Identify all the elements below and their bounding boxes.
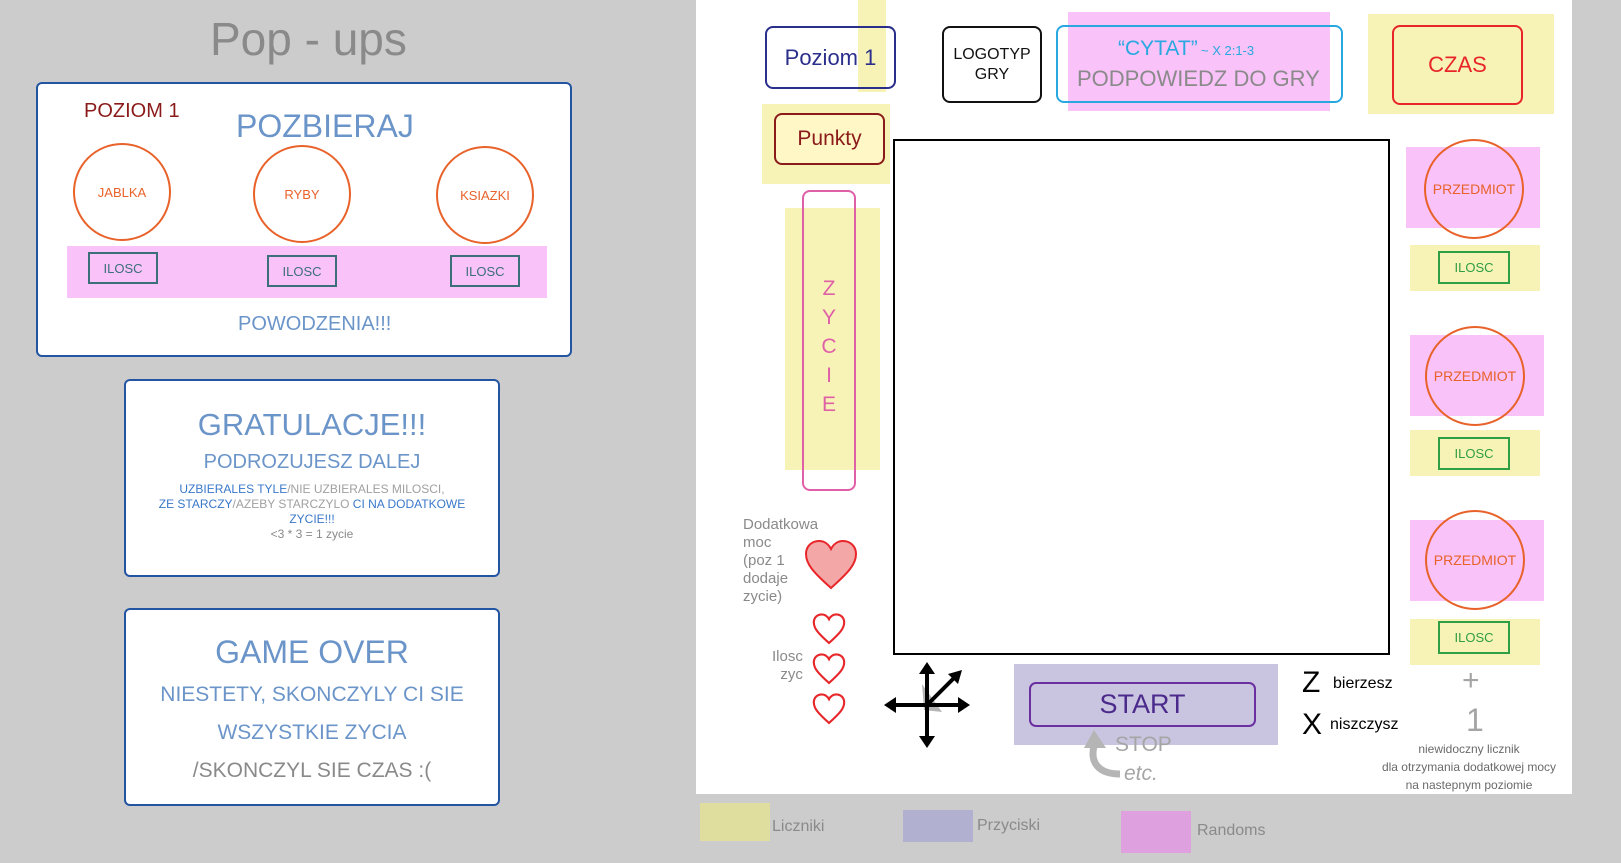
gameover-line3: /SKONCZYL SIE CZAS :( bbox=[192, 759, 432, 782]
points-counter: Punkty bbox=[774, 113, 885, 165]
start-button[interactable]: START bbox=[1029, 682, 1256, 727]
quote-text: “CYTAT” bbox=[1118, 37, 1198, 60]
item-counter-label: ILOSC bbox=[1454, 446, 1494, 461]
etc-label: etc. bbox=[1124, 762, 1158, 785]
popups-title: Pop - ups bbox=[210, 13, 407, 65]
level-item-circle: KSIAZKI bbox=[436, 146, 534, 244]
time-counter: CZAS bbox=[1392, 25, 1523, 105]
legend-counters-label: Liczniki bbox=[772, 818, 825, 835]
legend-counters-swatch bbox=[700, 803, 770, 841]
life-bar: Z Y C I E bbox=[802, 190, 856, 491]
item-counter: ILOSC bbox=[1438, 621, 1510, 654]
level-item-counter-label: ILOSC bbox=[282, 263, 322, 279]
level-button[interactable]: Poziom 1 bbox=[765, 26, 896, 89]
congrats-popup: GRATULACJE!!! PODROZUJESZ DALEJ UZBIERAL… bbox=[124, 379, 500, 577]
gameover-popup: GAME OVER NIESTETY, SKONCZYLY CI SIE WSZ… bbox=[124, 608, 500, 806]
congrats-text-alt: /NIE UZBIERALES MILOSCI, bbox=[287, 482, 445, 496]
level-item-counter-label: ILOSC bbox=[465, 263, 505, 279]
congrats-text-alt: /AZEBY STARCZYLO bbox=[232, 497, 353, 511]
item-counter-label: ILOSC bbox=[1454, 260, 1494, 275]
item-label: PRZEDMIOT bbox=[1433, 368, 1517, 384]
congrats-text-highlight: CI NA DODATKOWE bbox=[352, 497, 466, 511]
item-counter: ILOSC bbox=[1438, 251, 1510, 284]
life-letter: Z bbox=[822, 277, 836, 300]
gameover-line2: WSZYSTKIE ZYCIA bbox=[217, 721, 407, 744]
item-circle: PRZEDMIOT bbox=[1425, 326, 1525, 426]
key-x: X bbox=[1302, 708, 1323, 741]
level-popup-level: POZIOM 1 bbox=[84, 100, 180, 122]
time-label: CZAS bbox=[1428, 52, 1487, 77]
congrats-text-highlight: ZE STARCZY bbox=[158, 497, 233, 511]
hint-text: PODPOWIEDZ DO GRY bbox=[1077, 66, 1320, 91]
life-letter: I bbox=[826, 364, 832, 387]
level-item-counter: ILOSC bbox=[88, 252, 158, 284]
level-item-label: JABLKA bbox=[97, 184, 147, 200]
level-button-label: Poziom 1 bbox=[784, 44, 877, 70]
gameover-line1: NIESTETY, SKONCZYLY CI SIE bbox=[160, 683, 464, 706]
level-item-counter: ILOSC bbox=[450, 255, 520, 287]
legend-randoms-swatch bbox=[1121, 811, 1191, 853]
item-counter-label: ILOSC bbox=[1454, 630, 1494, 645]
extra-power-heart-icon bbox=[804, 539, 858, 590]
logo-line2: GRY bbox=[974, 65, 1010, 83]
life-heart-icon bbox=[812, 693, 846, 725]
game-area[interactable] bbox=[893, 139, 1390, 655]
stop-label: STOP bbox=[1115, 733, 1172, 756]
item-circle: PRZEDMIOT bbox=[1424, 139, 1524, 239]
legend-buttons-swatch bbox=[903, 810, 973, 842]
game-logo: LOGOTYP GRY bbox=[942, 26, 1042, 103]
congrats-heading: GRATULACJE!!! bbox=[197, 407, 427, 442]
level-item-counter: ILOSC bbox=[267, 255, 337, 287]
life-letter: Y bbox=[821, 306, 836, 329]
congrats-text-highlight: UZBIERALES TYLE bbox=[179, 482, 288, 496]
level-popup-heading: POZBIERAJ bbox=[236, 108, 414, 144]
hidden-counter-value: 1 bbox=[1466, 702, 1484, 738]
level-popup-footer: POWODZENIA!!! bbox=[238, 313, 392, 335]
congrats-text-highlight: ZYCIE!!! bbox=[289, 512, 335, 526]
level-popup: POZIOM 1 POZBIERAJ JABLKA RYBY KSIAZKI I… bbox=[36, 82, 572, 357]
item-counter: ILOSC bbox=[1438, 437, 1510, 470]
legend-randoms-label: Randoms bbox=[1197, 822, 1266, 839]
start-button-label: START bbox=[1099, 689, 1186, 719]
key-x-action: niszczysz bbox=[1330, 716, 1399, 733]
logo-line1: LOGOTYP bbox=[953, 45, 1031, 63]
gameover-heading: GAME OVER bbox=[215, 634, 409, 670]
life-letter: E bbox=[821, 393, 836, 416]
life-letter: C bbox=[821, 335, 837, 358]
move-arrows-icon bbox=[884, 662, 970, 748]
item-label: PRZEDMIOT bbox=[1432, 181, 1516, 197]
level-item-circle: JABLKA bbox=[73, 143, 171, 241]
plus-sign: + bbox=[1462, 664, 1480, 697]
hidden-counter-note: niewidoczny licznik dla otrzymania dodat… bbox=[1381, 742, 1557, 792]
item-label: PRZEDMIOT bbox=[1433, 552, 1517, 568]
points-label: Punkty bbox=[797, 127, 862, 150]
item-circle: PRZEDMIOT bbox=[1425, 510, 1525, 610]
level-item-counter-label: ILOSC bbox=[103, 260, 143, 276]
congrats-formula: <3 * 3 = 1 zycie bbox=[270, 527, 354, 541]
level-item-label: KSIAZKI bbox=[460, 187, 510, 203]
life-heart-icon bbox=[812, 653, 846, 685]
lives-label: Ilosc zyc bbox=[772, 648, 803, 683]
level-item-label: RYBY bbox=[284, 186, 320, 202]
quote-note: ~ X 2:1-3 bbox=[1201, 43, 1255, 58]
key-z-action: bierzesz bbox=[1333, 675, 1393, 692]
key-z: Z bbox=[1302, 666, 1321, 699]
congrats-subheading: PODROZUJESZ DALEJ bbox=[203, 451, 421, 473]
level-item-circle: RYBY bbox=[253, 145, 351, 243]
legend-buttons-label: Przyciski bbox=[977, 817, 1041, 834]
life-heart-icon bbox=[812, 613, 846, 645]
